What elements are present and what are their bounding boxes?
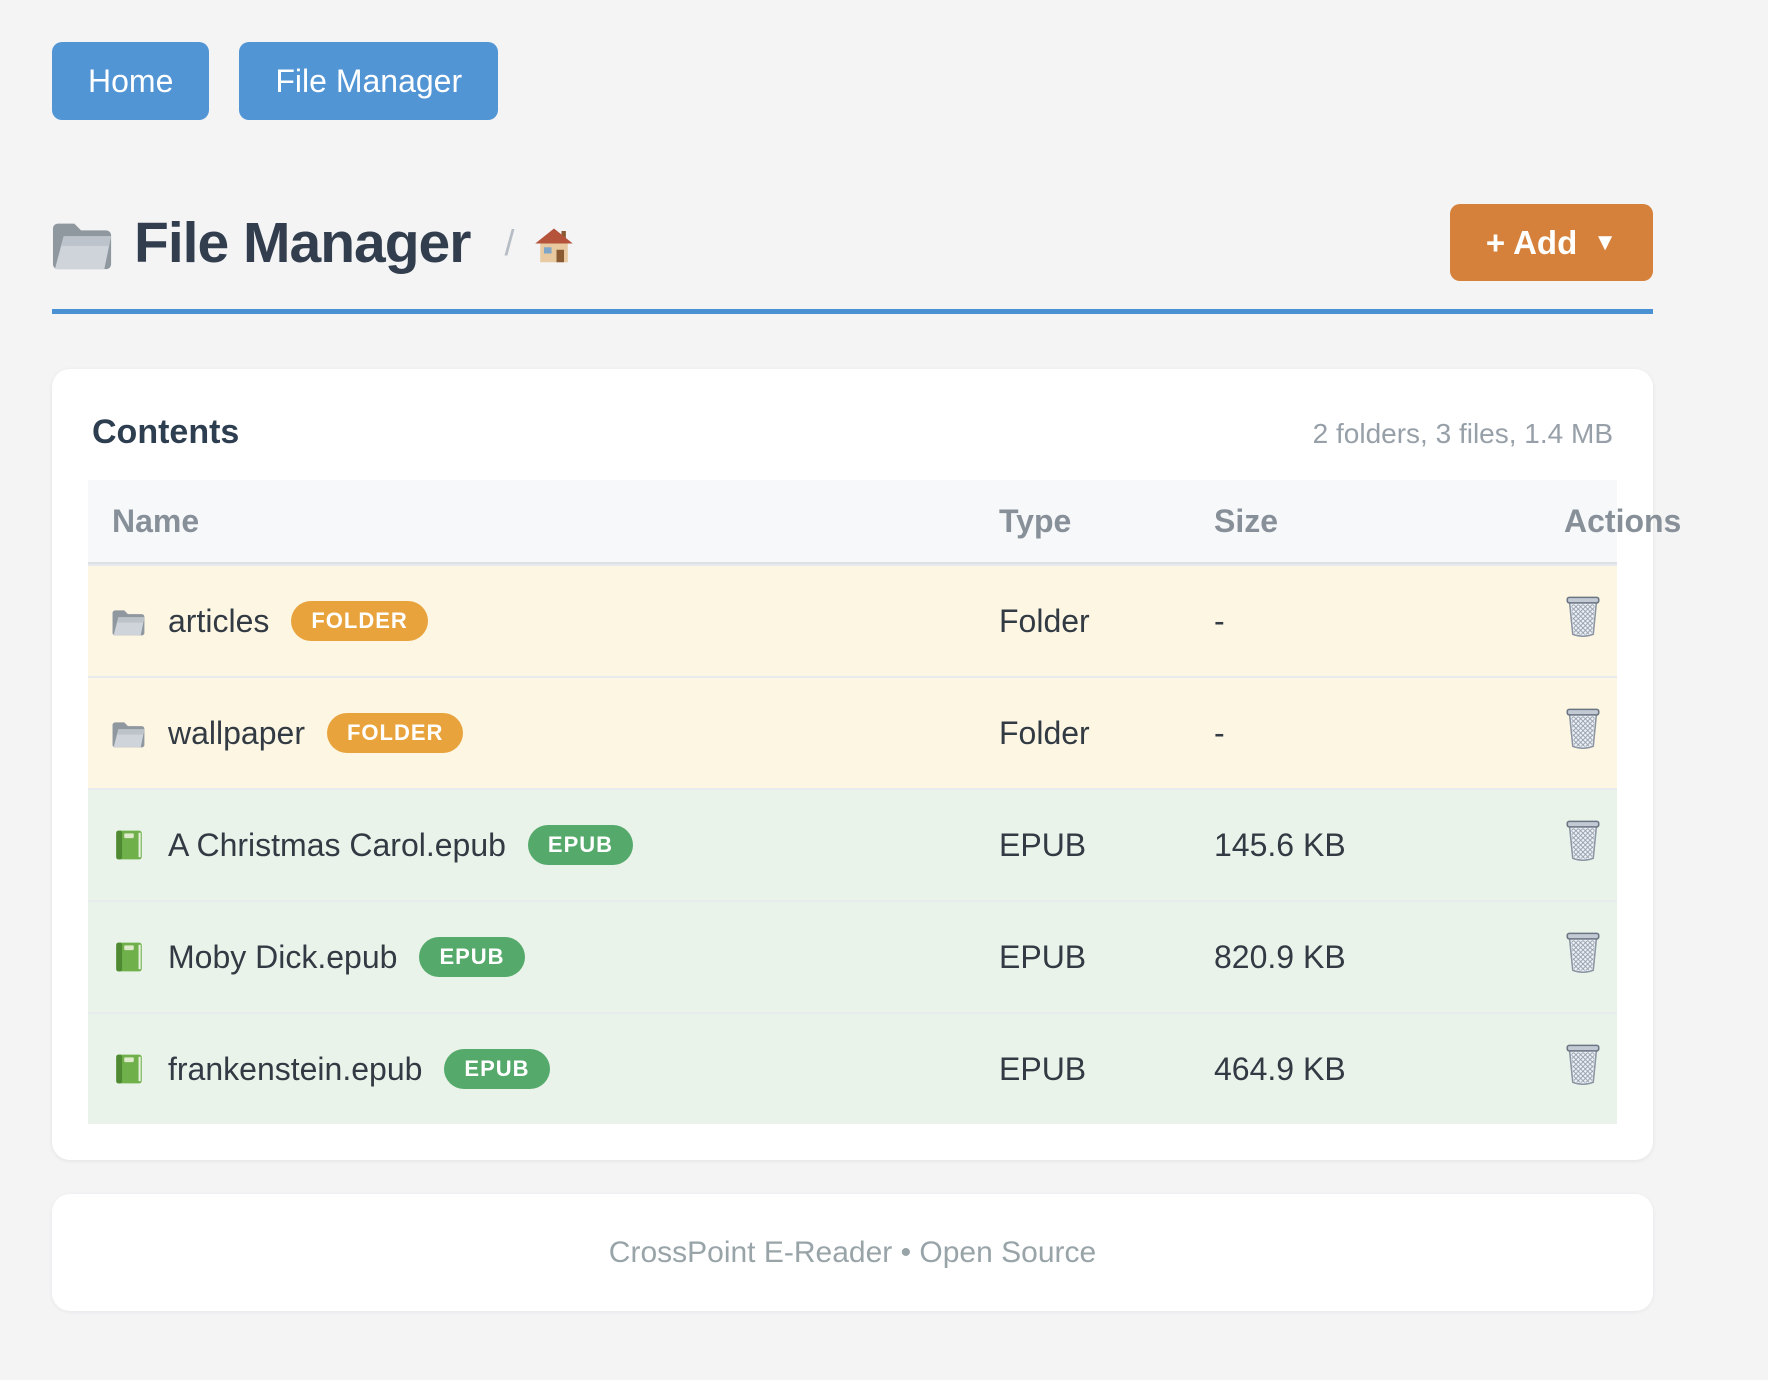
delete-button[interactable]	[1564, 595, 1602, 639]
folder-icon	[112, 604, 146, 638]
type-cell: EPUB	[975, 1051, 1190, 1088]
contents-stats: 2 folders, 3 files, 1.4 MB	[1313, 418, 1613, 450]
add-button[interactable]: + Add ▼	[1450, 204, 1653, 281]
size-cell: 820.9 KB	[1190, 939, 1476, 976]
type-cell: Folder	[975, 715, 1190, 752]
trash-icon	[1564, 707, 1602, 751]
book-icon	[112, 828, 146, 862]
type-cell: EPUB	[975, 827, 1190, 864]
table-row: articles FOLDER Folder -	[88, 564, 1617, 676]
trash-icon	[1564, 595, 1602, 639]
page-header: File Manager / + Add ▼	[52, 204, 1653, 281]
file-name-cell[interactable]: A Christmas Carol.epub EPUB	[88, 825, 975, 865]
type-badge: FOLDER	[291, 601, 427, 641]
file-name[interactable]: frankenstein.epub	[168, 1051, 422, 1088]
table-row: Moby Dick.epub EPUB EPUB 820.9 KB	[88, 900, 1617, 1012]
chevron-down-icon: ▼	[1593, 229, 1617, 257]
actions-cell	[1476, 819, 1617, 871]
table-row: wallpaper FOLDER Folder -	[88, 676, 1617, 788]
type-badge: FOLDER	[327, 713, 463, 753]
delete-button[interactable]	[1564, 819, 1602, 863]
contents-card: Contents 2 folders, 3 files, 1.4 MB Name…	[52, 369, 1653, 1160]
contents-title: Contents	[92, 413, 239, 452]
table-row: A Christmas Carol.epub EPUB EPUB 145.6 K…	[88, 788, 1617, 900]
file-table: Name Type Size Actions articles FOLDER F…	[88, 480, 1617, 1124]
actions-cell	[1476, 595, 1617, 647]
trash-icon	[1564, 819, 1602, 863]
delete-button[interactable]	[1564, 931, 1602, 975]
type-cell: EPUB	[975, 939, 1190, 976]
type-badge: EPUB	[444, 1049, 549, 1089]
column-header-name: Name	[88, 503, 975, 540]
table-row: frankenstein.epub EPUB EPUB 464.9 KB	[88, 1012, 1617, 1124]
file-manager-button[interactable]: File Manager	[239, 42, 498, 120]
folder-icon	[52, 212, 114, 274]
breadcrumb-separator: /	[504, 222, 514, 264]
file-name[interactable]: wallpaper	[168, 715, 305, 752]
column-header-size: Size	[1190, 503, 1476, 540]
add-button-label: + Add	[1486, 224, 1577, 262]
size-cell: 145.6 KB	[1190, 827, 1476, 864]
file-name-cell[interactable]: Moby Dick.epub EPUB	[88, 937, 975, 977]
contents-card-header: Contents 2 folders, 3 files, 1.4 MB	[88, 405, 1617, 452]
top-nav: Home File Manager	[52, 0, 1653, 120]
file-name[interactable]: articles	[168, 603, 269, 640]
size-cell: -	[1190, 603, 1476, 640]
table-header-row: Name Type Size Actions	[88, 480, 1617, 564]
file-name-cell[interactable]: articles FOLDER	[88, 601, 975, 641]
folder-icon	[112, 716, 146, 750]
footer: CrossPoint E-Reader • Open Source	[52, 1194, 1653, 1311]
file-name[interactable]: A Christmas Carol.epub	[168, 827, 506, 864]
actions-cell	[1476, 707, 1617, 759]
trash-icon	[1564, 931, 1602, 975]
file-name-cell[interactable]: frankenstein.epub EPUB	[88, 1049, 975, 1089]
home-button[interactable]: Home	[52, 42, 209, 120]
page-title: File Manager	[134, 210, 470, 276]
file-name[interactable]: Moby Dick.epub	[168, 939, 397, 976]
title-group: File Manager /	[52, 210, 574, 276]
column-header-actions: Actions	[1476, 503, 1617, 540]
column-header-type: Type	[975, 503, 1190, 540]
header-divider	[52, 309, 1653, 314]
type-cell: Folder	[975, 603, 1190, 640]
page-container: Home File Manager File Manager / + Add ▼…	[52, 0, 1653, 1311]
actions-cell	[1476, 931, 1617, 983]
footer-text: CrossPoint E-Reader • Open Source	[609, 1236, 1096, 1270]
book-icon	[112, 1052, 146, 1086]
file-name-cell[interactable]: wallpaper FOLDER	[88, 713, 975, 753]
size-cell: 464.9 KB	[1190, 1051, 1476, 1088]
type-badge: EPUB	[528, 825, 633, 865]
size-cell: -	[1190, 715, 1476, 752]
delete-button[interactable]	[1564, 707, 1602, 751]
delete-button[interactable]	[1564, 1043, 1602, 1087]
type-badge: EPUB	[419, 937, 524, 977]
house-icon[interactable]	[534, 226, 574, 266]
book-icon	[112, 940, 146, 974]
trash-icon	[1564, 1043, 1602, 1087]
actions-cell	[1476, 1043, 1617, 1095]
